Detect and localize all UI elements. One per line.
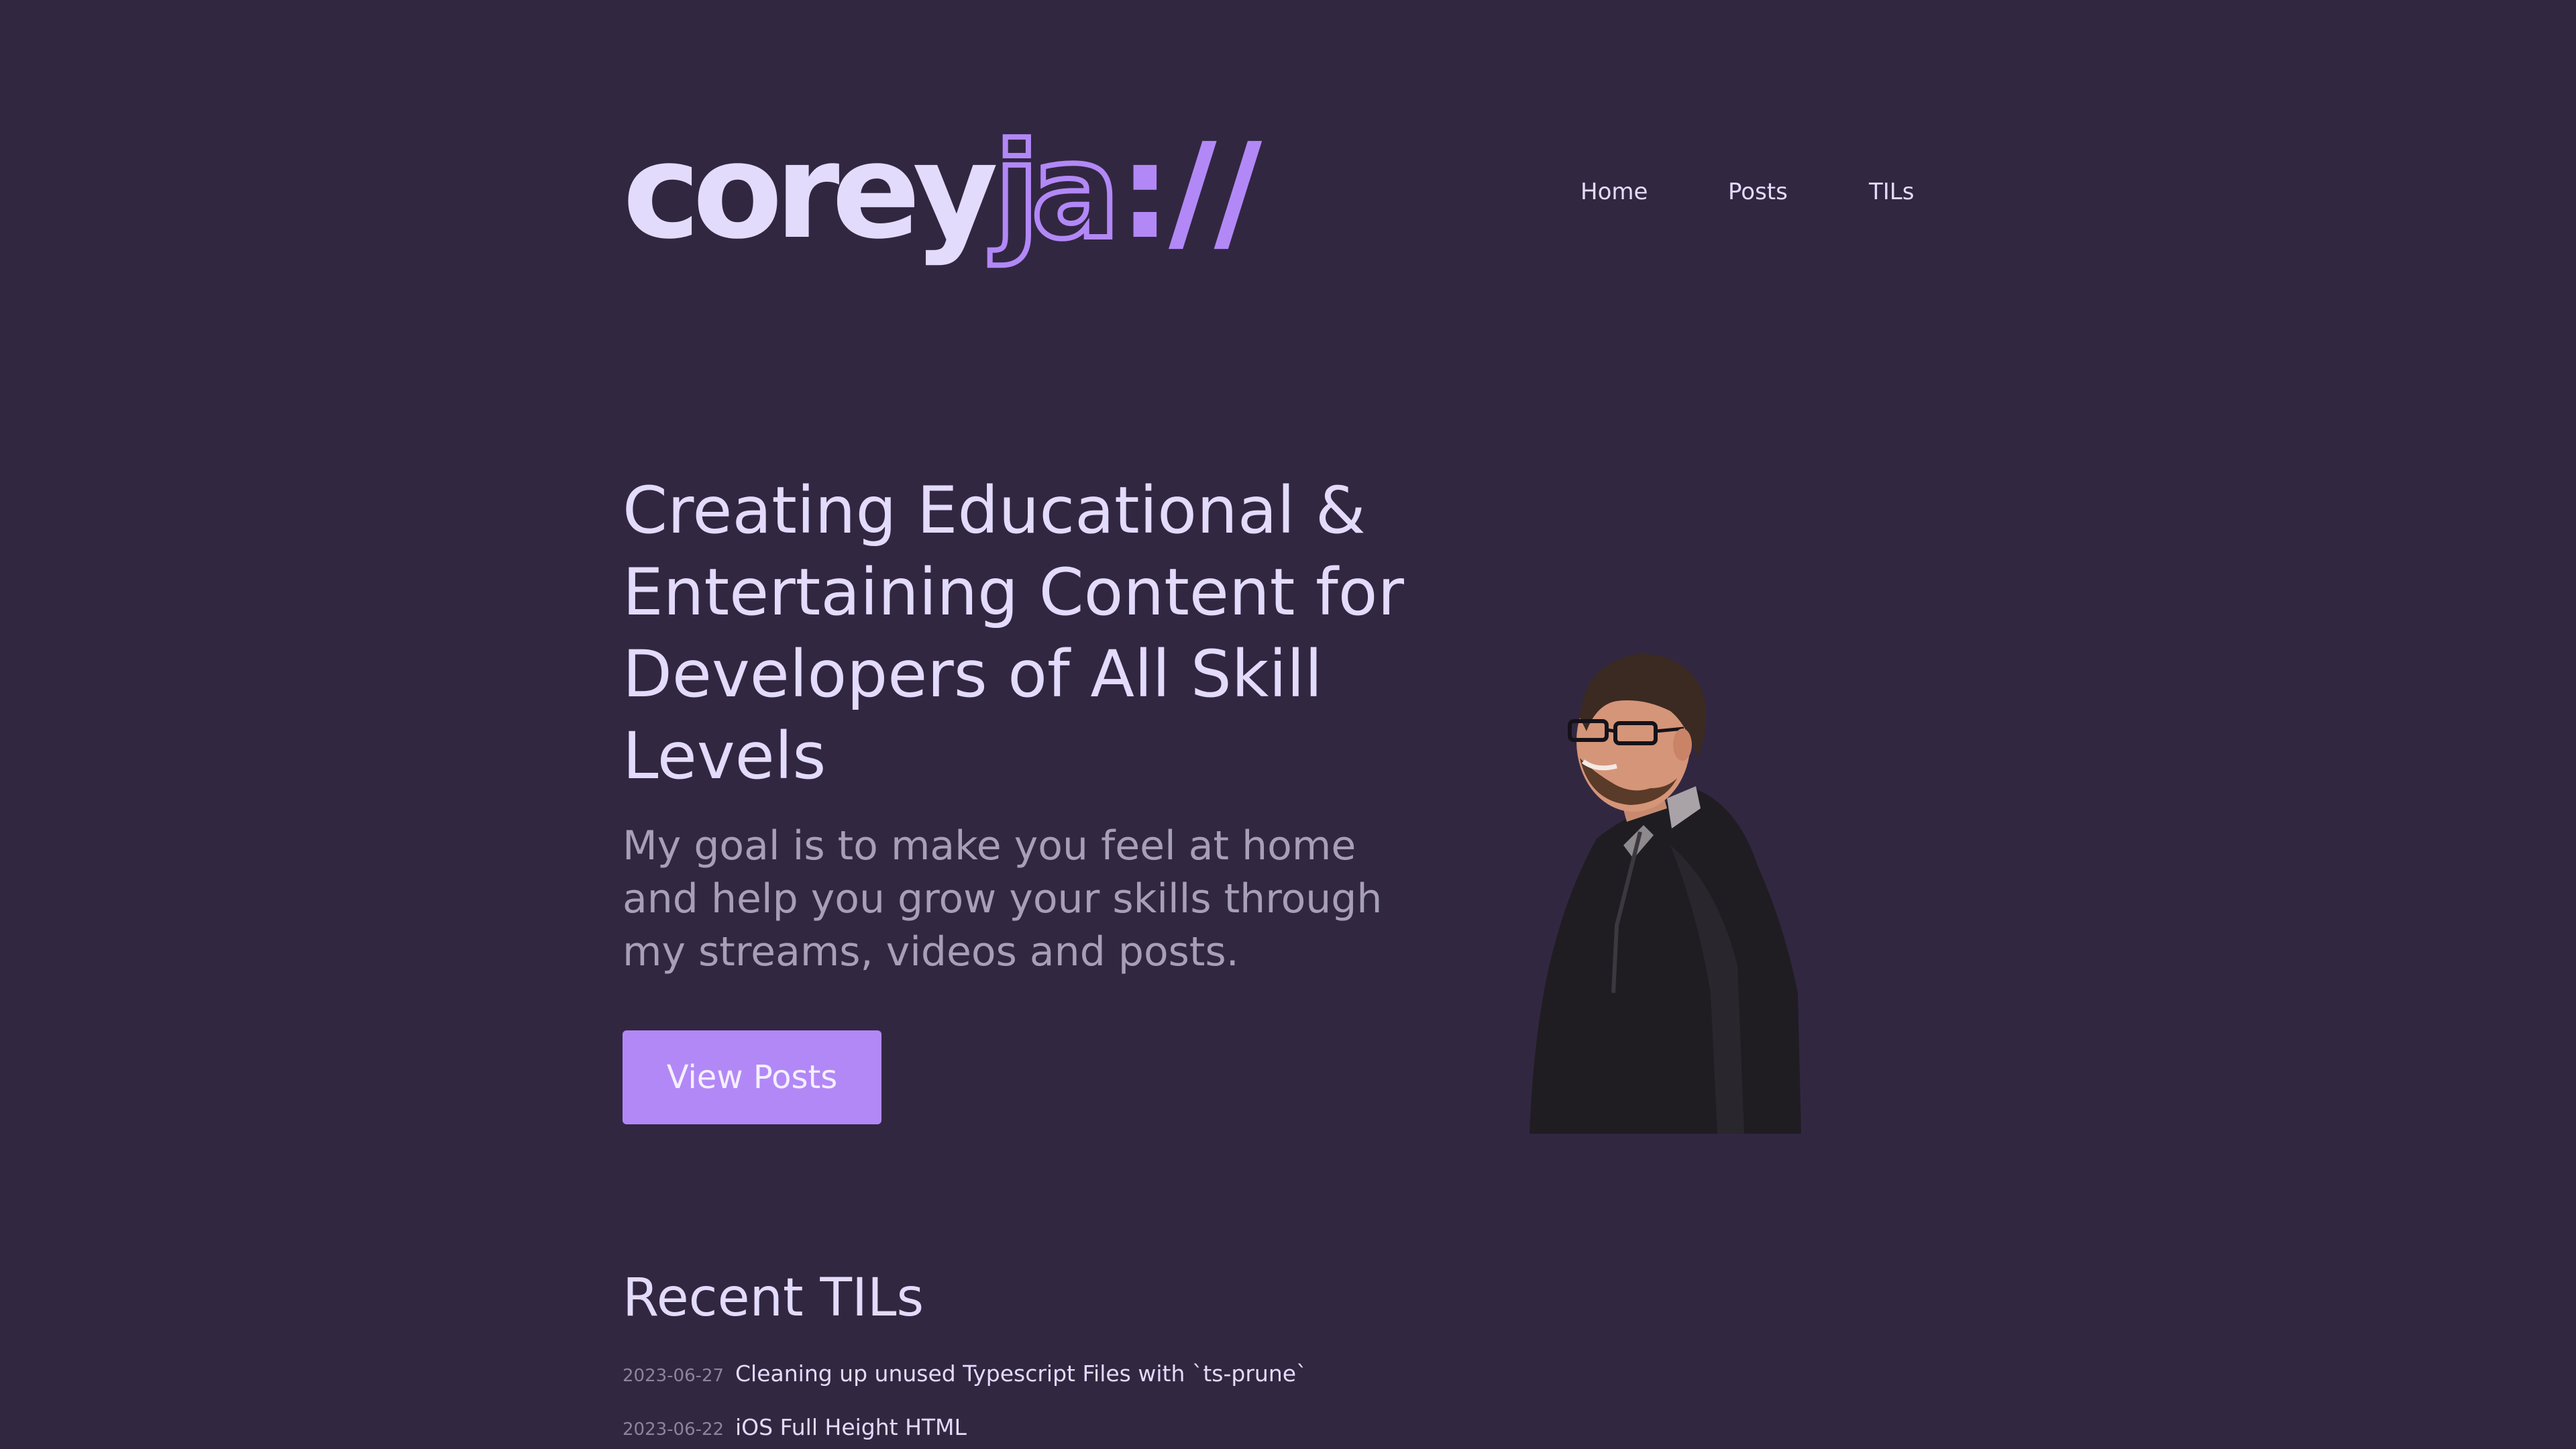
til-link[interactable]: iOS Full Height HTML [735, 1414, 967, 1440]
nav-tils-link[interactable]: TILs [1869, 178, 1914, 205]
til-date: 2023-06-27 [623, 1366, 724, 1386]
hero-subtitle: My goal is to make you feel at home and … [623, 822, 1383, 975]
author-portrait-image [1529, 653, 1801, 1134]
nav-home-link[interactable]: Home [1580, 178, 1648, 205]
site-logo[interactable]: corey ja:// [623, 115, 1263, 268]
nav-posts-link[interactable]: Posts [1728, 178, 1788, 205]
list-item: 2023-06-22 iOS Full Height HTML [623, 1414, 1307, 1449]
til-link[interactable]: Cleaning up unused Typescript Files with… [735, 1360, 1307, 1387]
logo-text-corey: corey [623, 115, 998, 268]
logo-text-slashes: :// [1118, 115, 1263, 268]
view-posts-button[interactable]: View Posts [623, 1030, 881, 1124]
hero-title: Creating Educational & Entertaining Cont… [623, 473, 1404, 794]
til-date: 2023-06-22 [623, 1419, 724, 1440]
page: corey ja:// Home Posts TILs Creating Educ… [0, 0, 2576, 1449]
logo-text-ja: ja [991, 115, 1123, 268]
recent-tils-heading: Recent TILs [623, 1268, 924, 1328]
recent-tils-list: 2023-06-27 Cleaning up unused Typescript… [623, 1360, 1307, 1449]
list-item: 2023-06-27 Cleaning up unused Typescript… [623, 1360, 1307, 1414]
